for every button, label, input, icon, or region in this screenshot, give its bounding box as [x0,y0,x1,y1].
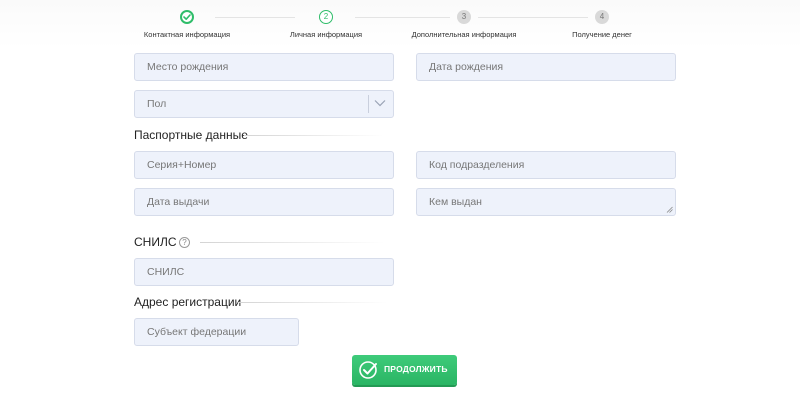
continue-button[interactable]: ПРОДОЛЖИТЬ [352,355,457,385]
step-2-indicator: 2 [319,10,333,24]
gender-placeholder: Пол [147,98,167,110]
question-icon[interactable]: ? [179,237,190,248]
birthdate-input[interactable]: Дата рождения [416,53,676,81]
section-divider [244,135,384,136]
snils-section-title: СНИЛС [134,235,177,249]
snils-placeholder: СНИЛС [147,266,185,278]
continue-button-label: ПРОДОЛЖИТЬ [384,364,448,374]
chevron-down-icon [374,100,386,107]
resize-handle-icon[interactable] [666,206,673,213]
step-2-label: Личная информация [289,30,363,39]
issued-by-placeholder: Кем выдан [429,196,482,208]
series-number-input[interactable]: Серия+Номер [134,151,394,179]
select-divider [368,95,369,113]
passport-section-title: Паспортные данные [134,128,248,142]
step-personal-info[interactable]: 2 Личная информация [246,10,406,39]
division-code-placeholder: Код подразделения [429,159,525,171]
check-circle-icon [359,361,377,379]
birthplace-placeholder: Место рождения [147,61,229,73]
step-contact-info[interactable]: Контактная информация [107,10,267,39]
gender-select[interactable]: Пол [134,90,394,118]
step-1-label: Контактная информация [143,30,231,39]
progress-bar: Контактная информация 2 Личная информаци… [0,0,800,48]
step-4-indicator: 4 [595,10,609,24]
section-divider [238,302,388,303]
region-placeholder: Субъект федерации [147,326,247,338]
step-4-label: Получение денег [572,30,632,39]
series-number-placeholder: Серия+Номер [147,159,217,171]
issue-date-placeholder: Дата выдачи [147,196,210,208]
step-additional-info[interactable]: 3 Дополнительная информация [384,10,544,39]
snils-input[interactable]: СНИЛС [134,258,394,286]
birthplace-input[interactable]: Место рождения [134,53,394,81]
check-icon [183,14,191,20]
issued-by-textarea[interactable]: Кем выдан [416,188,676,216]
address-section-title: Адрес регистрации [134,295,242,309]
step-3-indicator: 3 [457,10,471,24]
step-1-indicator [180,10,194,24]
birthdate-placeholder: Дата рождения [429,61,504,73]
division-code-input[interactable]: Код подразделения [416,151,676,179]
step-receive-money[interactable]: 4 Получение денег [522,10,682,39]
issue-date-input[interactable]: Дата выдачи [134,188,394,216]
section-divider [200,242,385,243]
region-input[interactable]: Субъект федерации [134,318,299,346]
step-3-label: Дополнительная информация [411,30,517,39]
